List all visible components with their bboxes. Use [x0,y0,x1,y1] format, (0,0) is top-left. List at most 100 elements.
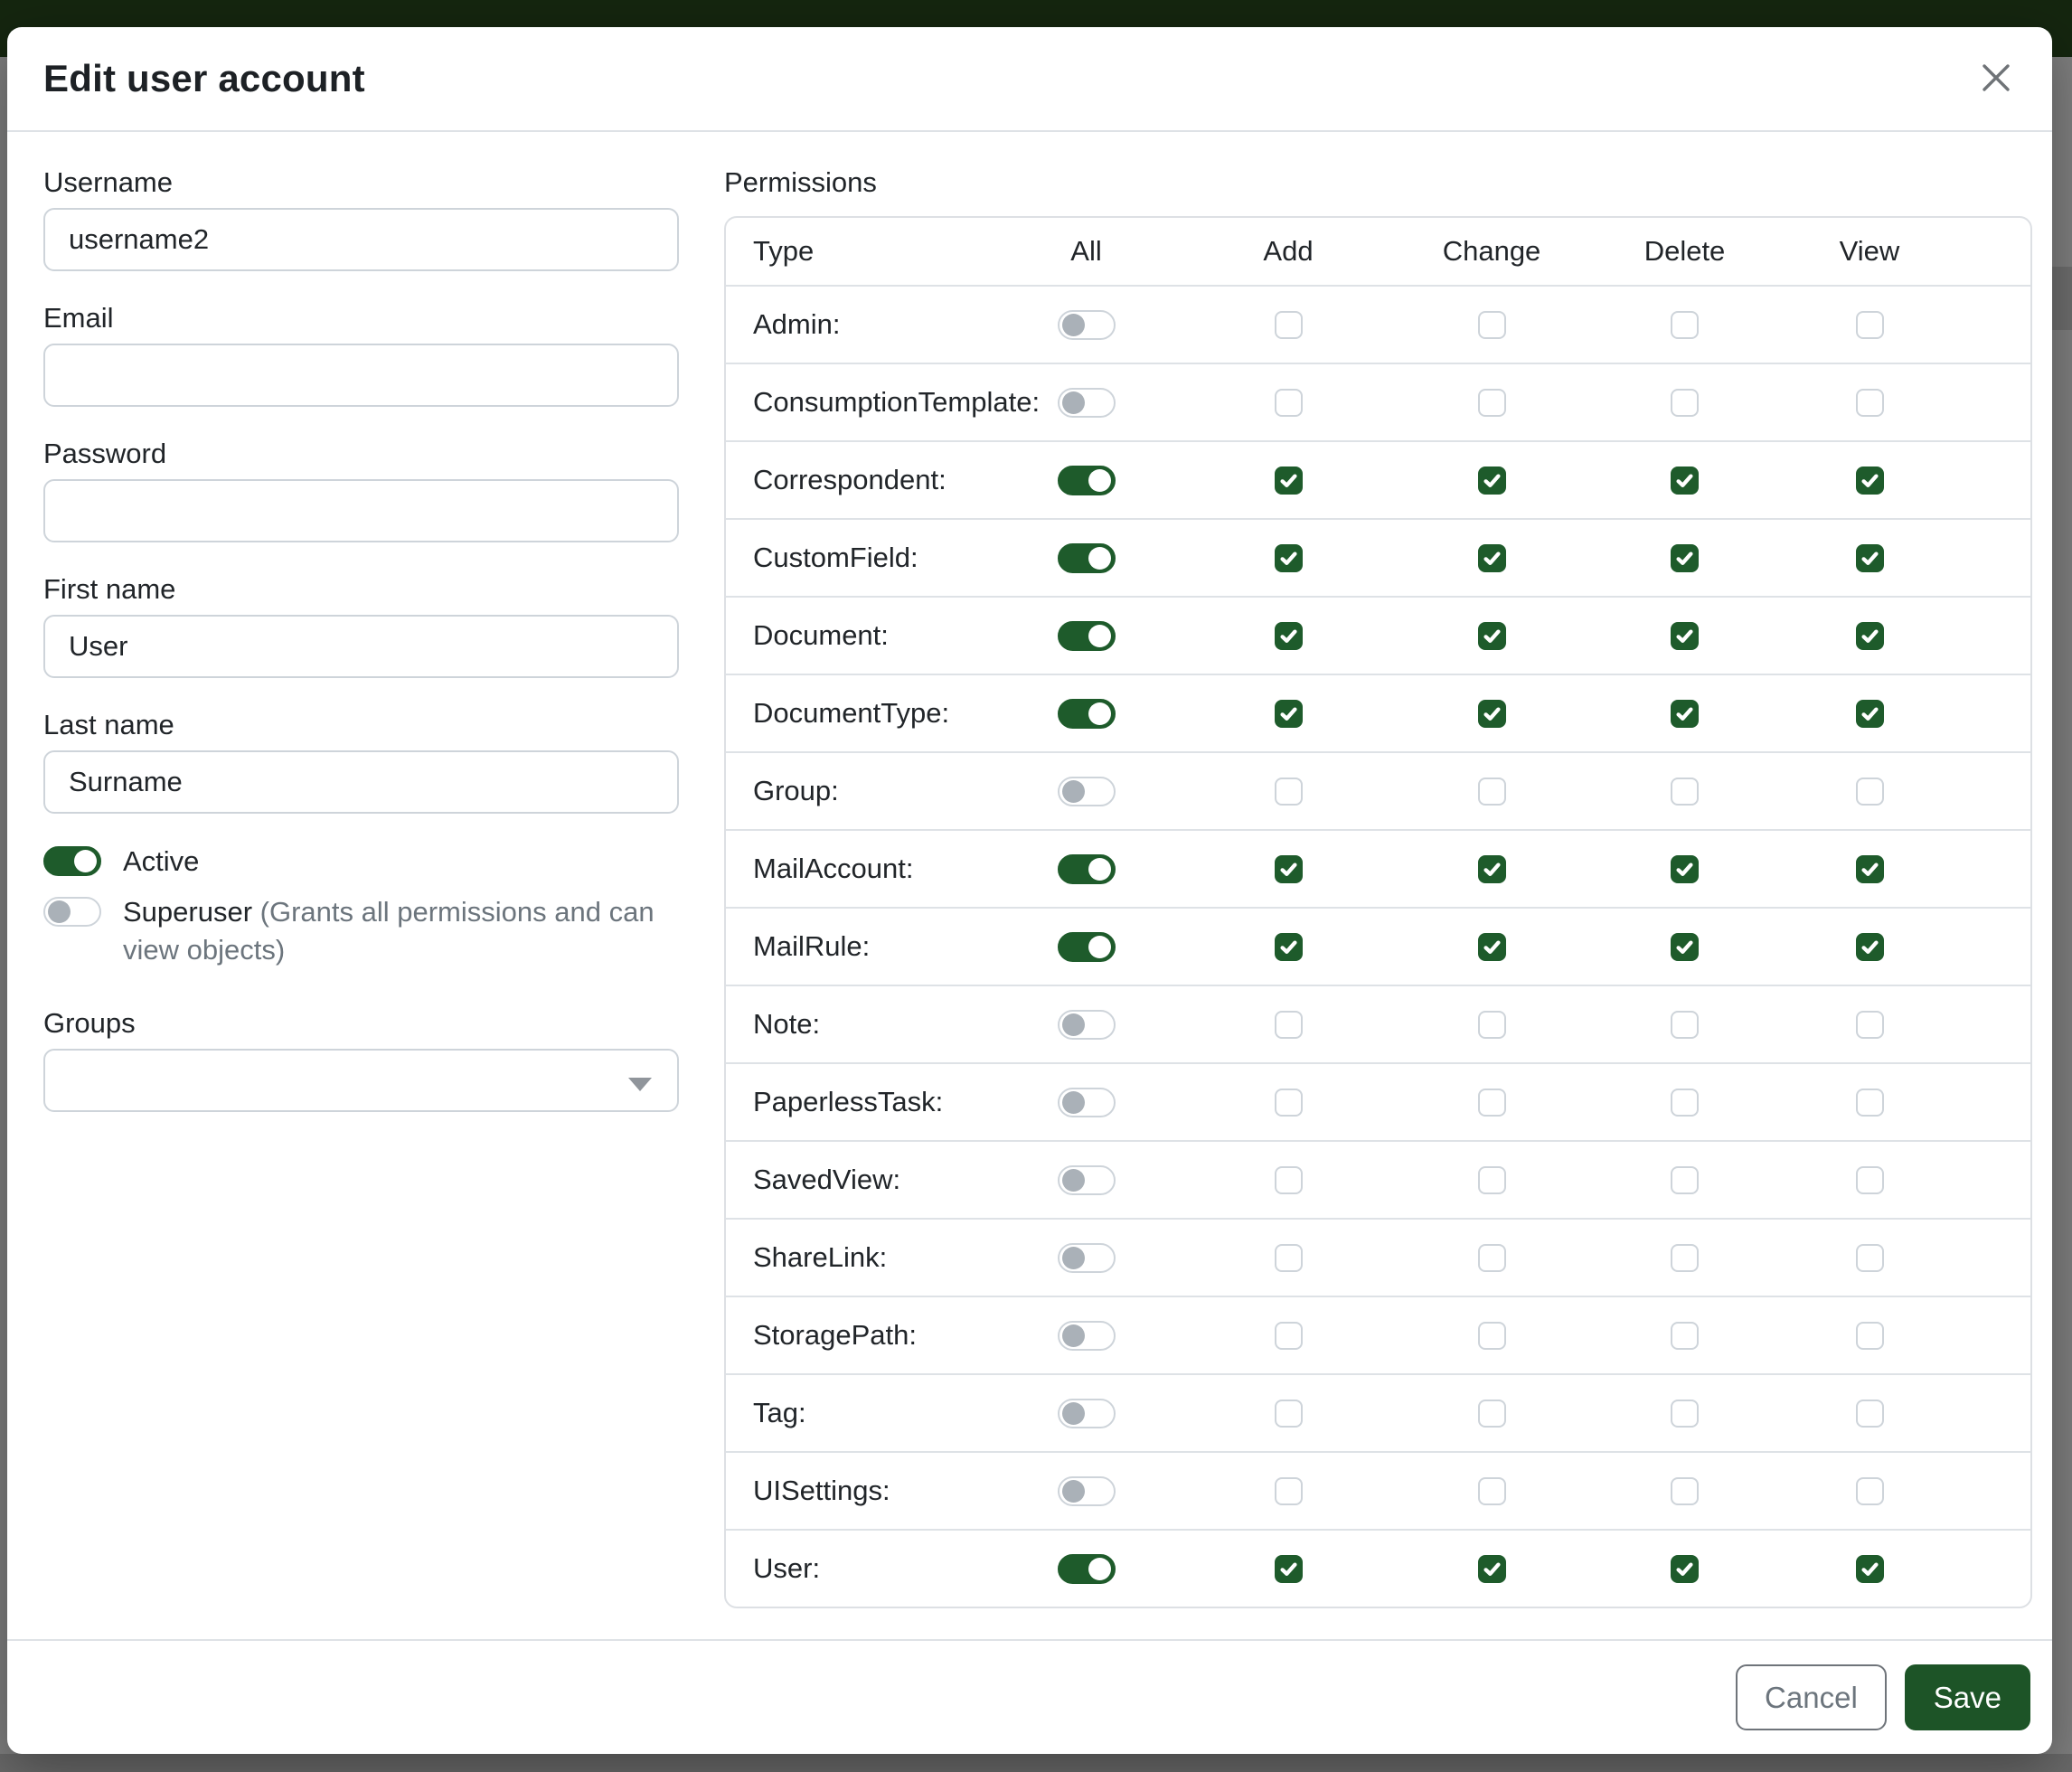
user-delete-checkbox[interactable] [1671,1555,1699,1583]
paperlesstask-all-toggle[interactable] [1058,1088,1116,1117]
permission-type-label: Note: [726,1008,987,1041]
note-add-checkbox[interactable] [1275,1011,1303,1039]
mailaccount-delete-checkbox[interactable] [1671,855,1699,883]
mailaccount-change-checkbox[interactable] [1478,855,1506,883]
customfield-view-checkbox[interactable] [1856,544,1884,572]
savedview-delete-checkbox[interactable] [1671,1166,1699,1194]
tag-add-checkbox[interactable] [1275,1400,1303,1428]
storagepath-change-checkbox[interactable] [1478,1322,1506,1350]
mailrule-add-checkbox[interactable] [1275,933,1303,961]
documenttype-all-toggle[interactable] [1058,699,1116,729]
uisettings-delete-checkbox[interactable] [1671,1477,1699,1505]
mailaccount-all-toggle[interactable] [1058,854,1116,884]
note-all-toggle[interactable] [1058,1010,1116,1040]
document-add-checkbox[interactable] [1275,622,1303,650]
savedview-add-checkbox[interactable] [1275,1166,1303,1194]
close-button[interactable] [1971,53,2021,104]
first-name-input[interactable] [43,615,679,678]
admin-delete-checkbox[interactable] [1671,311,1699,339]
note-view-checkbox[interactable] [1856,1011,1884,1039]
sharelink-delete-checkbox[interactable] [1671,1244,1699,1272]
group-change-checkbox[interactable] [1478,778,1506,806]
paperlesstask-change-checkbox[interactable] [1478,1089,1506,1117]
user-all-toggle[interactable] [1058,1554,1116,1584]
group-all-toggle[interactable] [1058,777,1116,806]
uisettings-all-toggle[interactable] [1058,1476,1116,1506]
uisettings-view-checkbox[interactable] [1856,1477,1884,1505]
correspondent-add-checkbox[interactable] [1275,467,1303,495]
cancel-button[interactable]: Cancel [1736,1664,1887,1730]
modal-title: Edit user account [43,57,365,100]
customfield-change-checkbox[interactable] [1478,544,1506,572]
sharelink-change-checkbox[interactable] [1478,1244,1506,1272]
group-view-checkbox[interactable] [1856,778,1884,806]
document-delete-checkbox[interactable] [1671,622,1699,650]
permission-row: SavedView: [726,1140,2030,1218]
customfield-delete-checkbox[interactable] [1671,544,1699,572]
toggle-knob [1088,625,1111,647]
password-input[interactable] [43,479,679,542]
savedview-all-toggle[interactable] [1058,1165,1116,1195]
documenttype-add-checkbox[interactable] [1275,700,1303,728]
active-toggle[interactable] [43,846,101,876]
correspondent-view-checkbox[interactable] [1856,467,1884,495]
uisettings-add-checkbox[interactable] [1275,1477,1303,1505]
tag-view-checkbox[interactable] [1856,1400,1884,1428]
admin-all-toggle[interactable] [1058,310,1116,340]
storagepath-delete-checkbox[interactable] [1671,1322,1699,1350]
mailrule-change-checkbox[interactable] [1478,933,1506,961]
sharelink-all-toggle[interactable] [1058,1243,1116,1273]
username-input[interactable] [43,208,679,271]
consumptiontemplate-add-checkbox[interactable] [1275,389,1303,417]
mailrule-all-toggle[interactable] [1058,932,1116,962]
mailrule-view-checkbox[interactable] [1856,933,1884,961]
user-add-checkbox[interactable] [1275,1555,1303,1583]
customfield-all-toggle[interactable] [1058,543,1116,573]
user-change-checkbox[interactable] [1478,1555,1506,1583]
documenttype-change-checkbox[interactable] [1478,700,1506,728]
admin-change-checkbox[interactable] [1478,311,1506,339]
tag-change-checkbox[interactable] [1478,1400,1506,1428]
savedview-change-checkbox[interactable] [1478,1166,1506,1194]
paperlesstask-delete-checkbox[interactable] [1671,1089,1699,1117]
document-view-checkbox[interactable] [1856,622,1884,650]
consumptiontemplate-all-toggle[interactable] [1058,388,1116,418]
mailaccount-view-checkbox[interactable] [1856,855,1884,883]
documenttype-delete-checkbox[interactable] [1671,700,1699,728]
email-input[interactable] [43,344,679,407]
admin-view-checkbox[interactable] [1856,311,1884,339]
storagepath-add-checkbox[interactable] [1275,1322,1303,1350]
consumptiontemplate-change-checkbox[interactable] [1478,389,1506,417]
groups-select[interactable] [43,1049,679,1112]
customfield-add-checkbox[interactable] [1275,544,1303,572]
consumptiontemplate-view-checkbox[interactable] [1856,389,1884,417]
tag-delete-checkbox[interactable] [1671,1400,1699,1428]
consumptiontemplate-delete-checkbox[interactable] [1671,389,1699,417]
save-button[interactable]: Save [1905,1664,2030,1730]
user-view-checkbox[interactable] [1856,1555,1884,1583]
mailaccount-add-checkbox[interactable] [1275,855,1303,883]
note-change-checkbox[interactable] [1478,1011,1506,1039]
group-add-checkbox[interactable] [1275,778,1303,806]
storagepath-view-checkbox[interactable] [1856,1322,1884,1350]
tag-all-toggle[interactable] [1058,1399,1116,1428]
document-all-toggle[interactable] [1058,621,1116,651]
document-change-checkbox[interactable] [1478,622,1506,650]
last-name-input[interactable] [43,750,679,814]
savedview-view-checkbox[interactable] [1856,1166,1884,1194]
storagepath-all-toggle[interactable] [1058,1321,1116,1351]
sharelink-add-checkbox[interactable] [1275,1244,1303,1272]
group-delete-checkbox[interactable] [1671,778,1699,806]
admin-add-checkbox[interactable] [1275,311,1303,339]
paperlesstask-add-checkbox[interactable] [1275,1089,1303,1117]
correspondent-change-checkbox[interactable] [1478,467,1506,495]
documenttype-view-checkbox[interactable] [1856,700,1884,728]
paperlesstask-view-checkbox[interactable] [1856,1089,1884,1117]
uisettings-change-checkbox[interactable] [1478,1477,1506,1505]
sharelink-view-checkbox[interactable] [1856,1244,1884,1272]
mailrule-delete-checkbox[interactable] [1671,933,1699,961]
correspondent-all-toggle[interactable] [1058,466,1116,495]
note-delete-checkbox[interactable] [1671,1011,1699,1039]
superuser-toggle[interactable] [43,897,101,927]
correspondent-delete-checkbox[interactable] [1671,467,1699,495]
